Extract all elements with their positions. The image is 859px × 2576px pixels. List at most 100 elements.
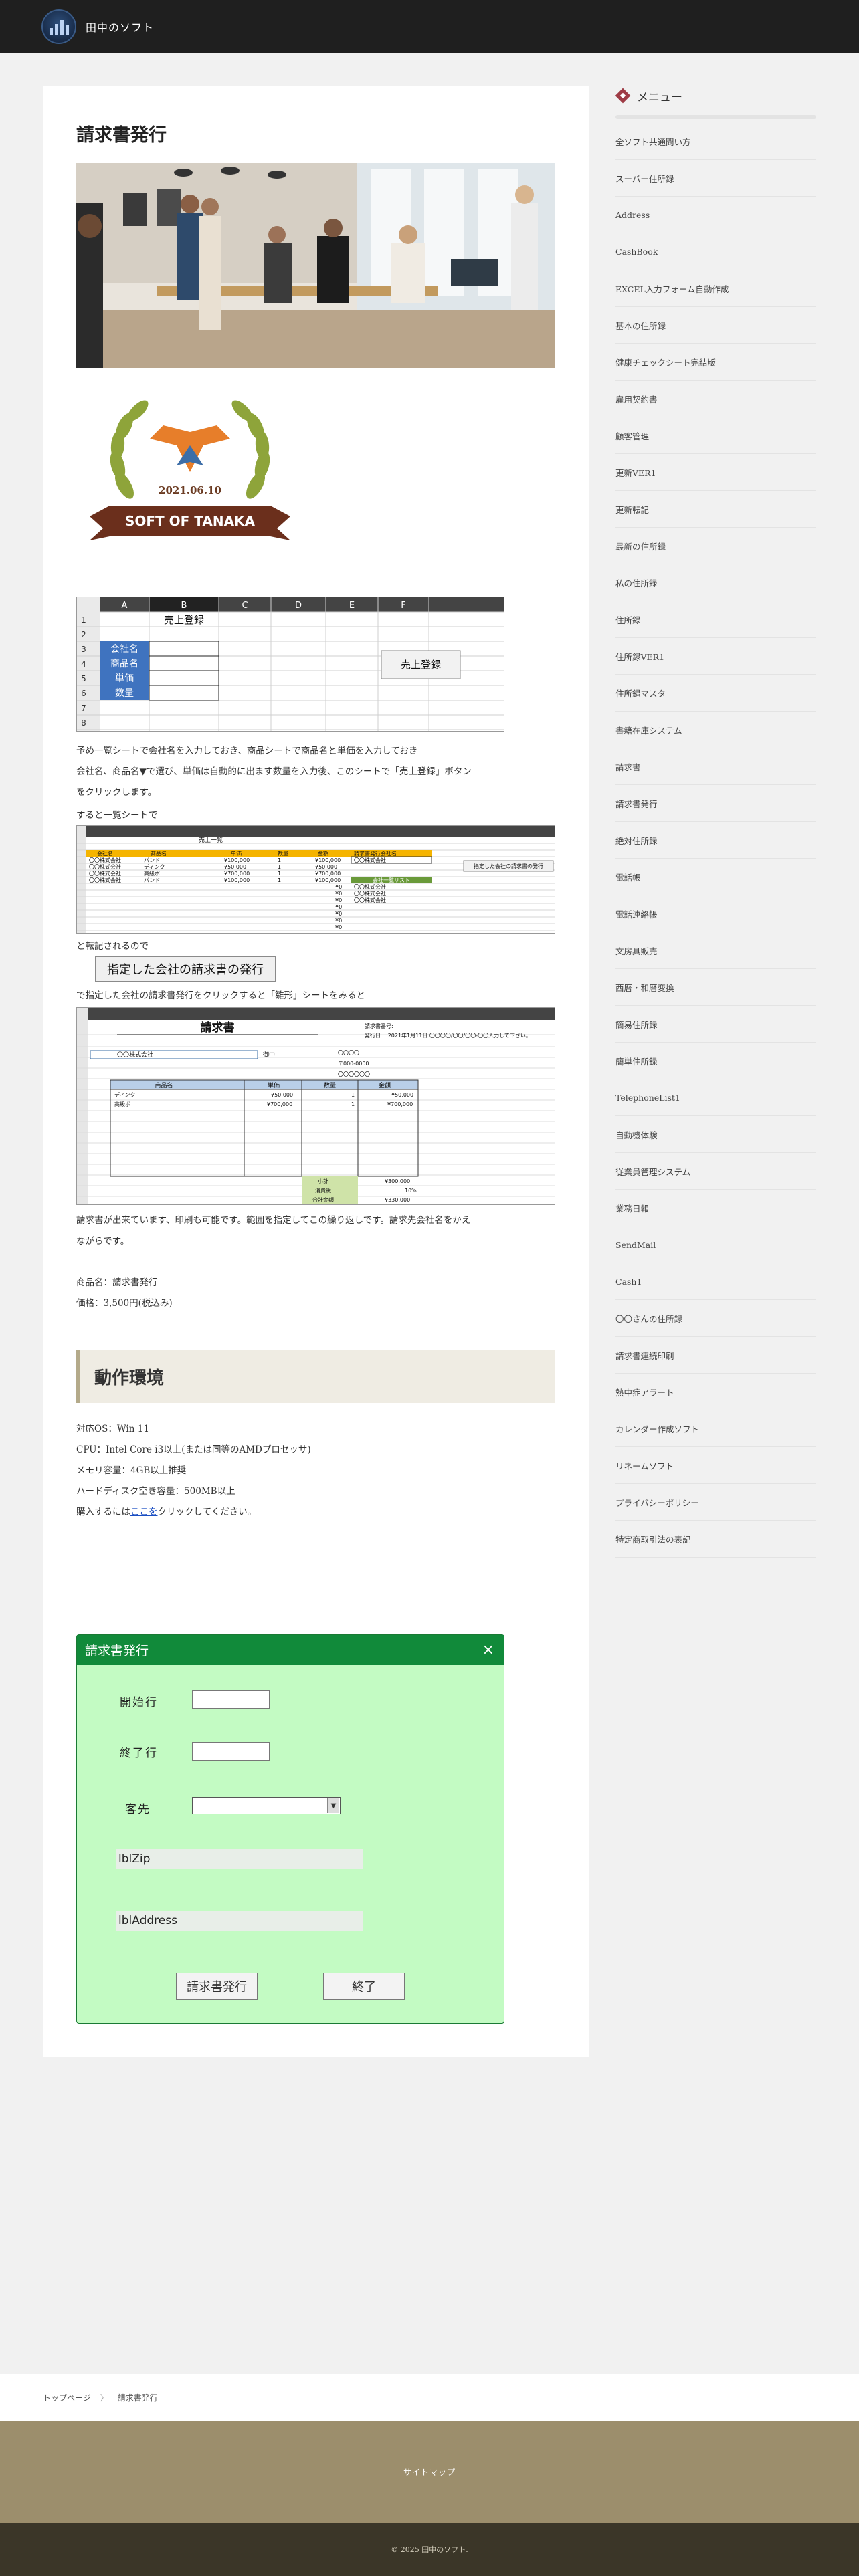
badge-ribbon: SOFT OF TANAKA bbox=[125, 513, 256, 529]
invoice-tax-label: 消費税 bbox=[315, 1187, 331, 1194]
sheet2-cell: 1 bbox=[278, 857, 281, 863]
sidebar-item[interactable]: 業務日報 bbox=[615, 1190, 816, 1226]
chevron-down-icon[interactable]: ▼ bbox=[327, 1798, 339, 1813]
col-header: E bbox=[349, 601, 355, 611]
sheet2-cell: ¥700,000 bbox=[224, 871, 250, 877]
sidebar-item[interactable]: EXCEL入力フォーム自動作成 bbox=[615, 270, 816, 307]
sidebar-item[interactable]: 熱中症アラート bbox=[615, 1374, 816, 1410]
sidebar-item[interactable]: 請求書 bbox=[615, 748, 816, 785]
paragraph: すると一覧シートで bbox=[76, 810, 158, 821]
purchase-link[interactable]: ここを bbox=[130, 1507, 158, 1517]
issue-invoice-button[interactable]: 請求書発行 bbox=[176, 1973, 258, 2000]
invoice-cell: 1 bbox=[351, 1101, 355, 1107]
row-header: 3 bbox=[81, 645, 86, 654]
col-header: C bbox=[242, 601, 248, 611]
sheet2-cell: 高級ボ bbox=[144, 870, 160, 877]
sidebar-item[interactable]: 〇〇さんの住所録 bbox=[615, 1300, 816, 1337]
sidebar-item[interactable]: 住所録 bbox=[615, 601, 816, 638]
customer-select[interactable]: ▼ bbox=[192, 1797, 341, 1814]
sidebar-item[interactable]: 更新転記 bbox=[615, 491, 816, 528]
footer-nav: サイトマップ bbox=[0, 2421, 859, 2523]
sidebar-item[interactable]: 健康チェックシート完結版 bbox=[615, 344, 816, 381]
sheet2-cell: 〇〇株式会社 bbox=[89, 877, 121, 883]
invoice-address: 〇〇〇〇 bbox=[338, 1050, 359, 1056]
close-icon[interactable]: × bbox=[482, 1642, 494, 1658]
invoice-dialog: 請求書発行 × 開始行 終了行 客先 ▼ lblZip lblAddress 請… bbox=[76, 1634, 504, 2024]
sidebar-item[interactable]: 絶対住所録 bbox=[615, 822, 816, 859]
sidebar-item[interactable]: 自動機体験 bbox=[615, 1116, 816, 1153]
sidebar-item[interactable]: 顧客管理 bbox=[615, 417, 816, 454]
invoice-cell: 高級ボ bbox=[114, 1101, 130, 1107]
env-memory: メモリ容量：4GB以上推奨 bbox=[76, 1465, 187, 1476]
field-label: 数量 bbox=[115, 688, 134, 699]
paragraph: で指定した会社の請求書発行をクリックすると「雛形」シートをみると bbox=[76, 990, 365, 1001]
customer-label: 客先 bbox=[125, 1803, 151, 1816]
invoice-total: ¥330,000 bbox=[385, 1197, 410, 1203]
zip-label: lblZip bbox=[116, 1849, 363, 1869]
invoice-item-header: 単価 bbox=[268, 1081, 280, 1089]
sidebar-item[interactable]: 特定商取引法の表記 bbox=[615, 1521, 816, 1558]
sheet2-cell: ¥100,000 bbox=[224, 877, 250, 883]
sidebar-item[interactable]: 従業員管理システム bbox=[615, 1153, 816, 1190]
site-logo-icon[interactable] bbox=[41, 9, 76, 44]
purchase-text: クリックしてください。 bbox=[157, 1507, 257, 1517]
sidebar-item[interactable]: CashBook bbox=[615, 233, 816, 270]
invoice-cell: 1 bbox=[351, 1092, 355, 1098]
sidebar-item[interactable]: 基本の住所録 bbox=[615, 307, 816, 344]
menu-diamond-icon bbox=[615, 88, 630, 103]
sidebar-item[interactable]: 最新の住所録 bbox=[615, 528, 816, 564]
sidebar-item[interactable]: リネームソフト bbox=[615, 1447, 816, 1484]
breadcrumb-current: 請求書発行 bbox=[117, 2393, 158, 2403]
site-title[interactable]: 田中のソフト bbox=[86, 19, 154, 35]
row-header: 5 bbox=[81, 674, 86, 683]
sidebar-item[interactable]: 住所録VER1 bbox=[615, 638, 816, 675]
sidebar-item[interactable]: 更新VER1 bbox=[615, 454, 816, 491]
sidebar-item[interactable]: 請求書連続印刷 bbox=[615, 1337, 816, 1374]
sidebar-item[interactable]: 文房具販売 bbox=[615, 932, 816, 969]
end-row-input[interactable] bbox=[192, 1742, 270, 1761]
invoice-item-header: 数量 bbox=[324, 1081, 336, 1089]
sidebar-item[interactable]: TelephoneList1 bbox=[615, 1079, 816, 1116]
sheet2-cell: 〇〇株式会社 bbox=[89, 863, 121, 870]
start-row-input[interactable] bbox=[192, 1690, 270, 1709]
sheet2-list-title: 会社一覧リスト bbox=[373, 877, 410, 883]
sidebar-heading-label: メニュー bbox=[637, 90, 682, 104]
col-header: A bbox=[122, 601, 128, 611]
sidebar-item[interactable]: 電話帳 bbox=[615, 859, 816, 895]
paragraph: と転記されるので bbox=[76, 941, 149, 952]
invoice-customer: 〇〇株式会社 bbox=[117, 1051, 153, 1059]
sheet2-cell: ¥0 bbox=[335, 911, 342, 917]
sidebar-item[interactable]: 西暦・和暦変換 bbox=[615, 969, 816, 1006]
invoice-subtotal: ¥300,000 bbox=[385, 1178, 410, 1184]
sidebar-item[interactable]: 請求書発行 bbox=[615, 785, 816, 822]
footer-copyright: © 2025 田中のソフト. bbox=[0, 2523, 859, 2576]
sidebar-item[interactable]: 雇用契約書 bbox=[615, 381, 816, 417]
sheet2-side-company: 〇〇株式会社 bbox=[354, 857, 386, 863]
sidebar-item[interactable]: 簡易住所録 bbox=[615, 1006, 816, 1043]
invoice-subtotal-label: 小計 bbox=[318, 1178, 328, 1184]
sidebar-item[interactable]: プライバシーポリシー bbox=[615, 1484, 816, 1521]
sidebar-item[interactable]: カレンダー作成ソフト bbox=[615, 1410, 816, 1447]
invoice-item-header: 商品名 bbox=[155, 1081, 173, 1089]
sidebar-item[interactable]: 私の住所録 bbox=[615, 564, 816, 601]
sidebar-item[interactable]: Cash1 bbox=[615, 1263, 816, 1300]
sidebar-item[interactable]: 書籍在庫システム bbox=[615, 712, 816, 748]
sidebar-item[interactable]: 住所録マスタ bbox=[615, 675, 816, 712]
sheet2-header: 商品名 bbox=[151, 850, 167, 857]
env-cpu: CPU：Intel Core i3以上(または同等のAMDプロセッサ) bbox=[76, 1444, 311, 1455]
sitemap-link[interactable]: サイトマップ bbox=[403, 2466, 456, 2478]
sidebar-item[interactable]: 電話連絡帳 bbox=[615, 895, 816, 932]
sidebar-item[interactable]: Address bbox=[615, 197, 816, 233]
breadcrumb-home[interactable]: トップページ bbox=[43, 2392, 91, 2403]
sheet2-side-button: 指定した会社の請求書の発行 bbox=[474, 863, 543, 869]
sidebar-item[interactable]: スーパー住所録 bbox=[615, 160, 816, 197]
col-header: F bbox=[401, 601, 405, 611]
sidebar-item[interactable]: SendMail bbox=[615, 1226, 816, 1263]
sidebar-item[interactable]: 簡単住所録 bbox=[615, 1043, 816, 1079]
sheet2-cell: ¥0 bbox=[335, 897, 342, 903]
sidebar-item[interactable]: 全ソフト共通問い方 bbox=[615, 123, 816, 160]
sheet2-cell: ¥0 bbox=[335, 891, 342, 897]
invoice-number: 請求書番号: bbox=[365, 1023, 393, 1029]
exit-button[interactable]: 終了 bbox=[323, 1973, 405, 2000]
sheet2-cell: 1 bbox=[278, 871, 281, 877]
